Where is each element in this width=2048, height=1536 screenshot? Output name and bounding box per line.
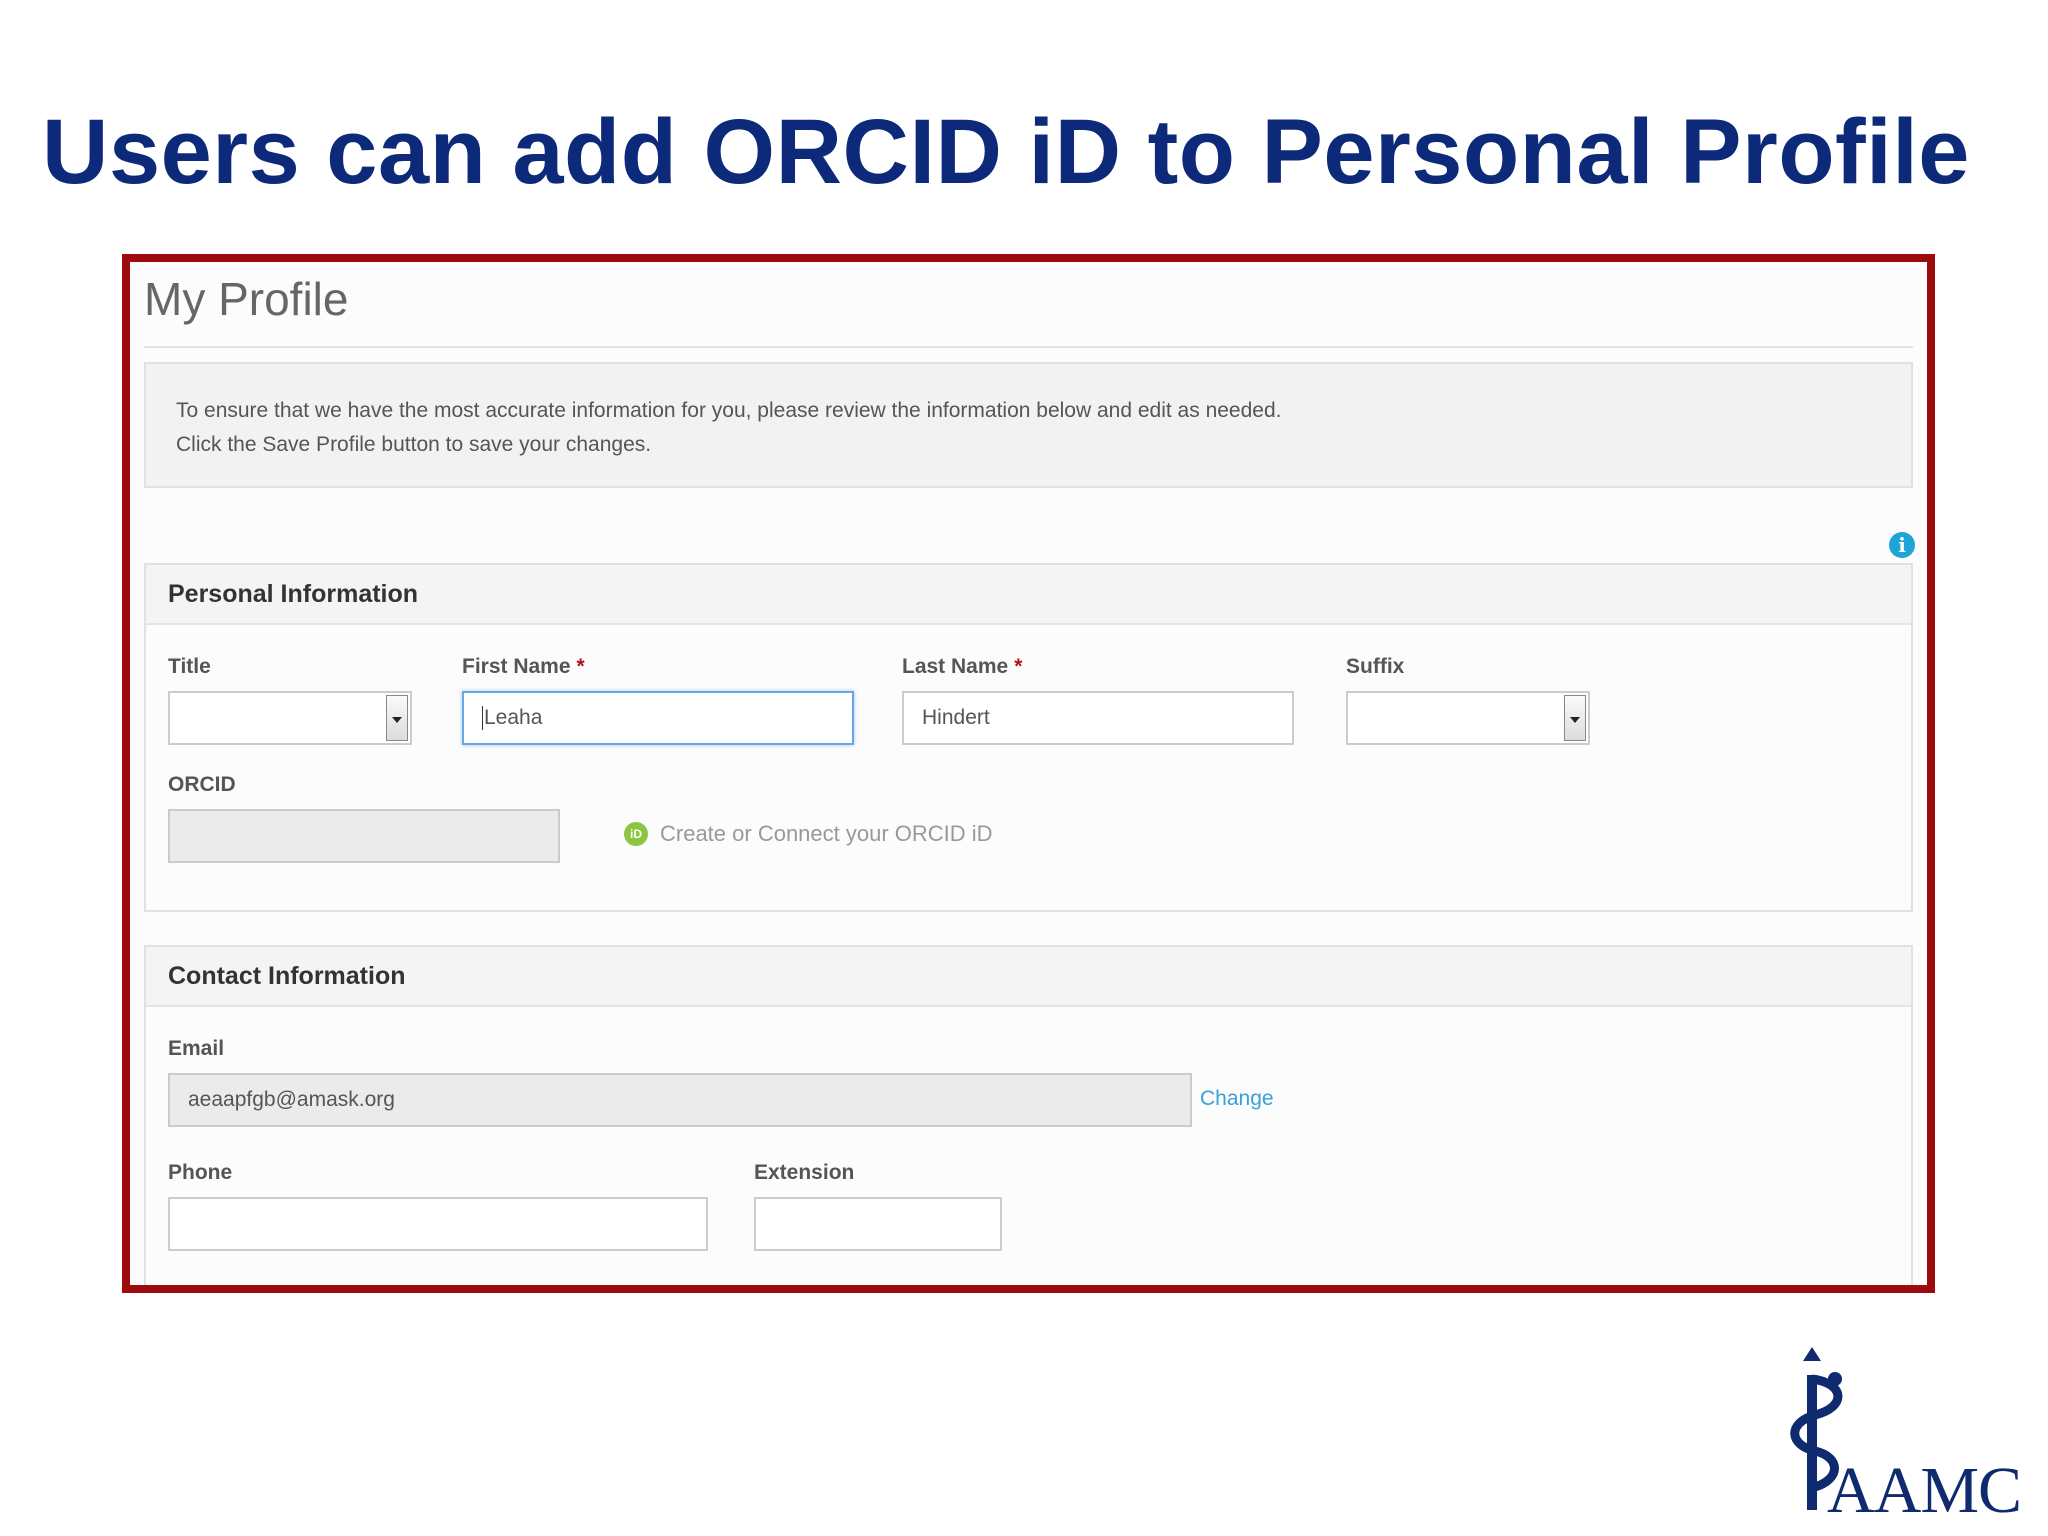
info-icon[interactable]: i: [1889, 532, 1915, 558]
orcid-field: [168, 809, 560, 863]
last-name-field[interactable]: Hindert: [902, 691, 1294, 745]
aamc-logo-text: AAMC: [1827, 1454, 2022, 1527]
phone-label: Phone: [168, 1161, 233, 1184]
email-label: Email: [168, 1037, 225, 1060]
orcid-connect-link[interactable]: iD Create or Connect your ORCID iD: [624, 821, 993, 847]
text-cursor: [482, 706, 483, 731]
email-field: aeaapfgb@amask.org: [168, 1073, 1192, 1127]
personal-information-panel: Personal Information Title First Name * L…: [144, 563, 1913, 912]
contact-information-header: Contact Information: [146, 947, 1911, 1007]
notice-line-2: Click the Save Profile button to save yo…: [176, 433, 652, 456]
first-name-label: First Name *: [462, 655, 585, 678]
heading-divider: [144, 346, 1913, 348]
suffix-label: Suffix: [1346, 655, 1405, 678]
slide-title: Users can add ORCID iD to Personal Profi…: [42, 101, 1970, 203]
instructions-notice: To ensure that we have the most accurate…: [144, 362, 1913, 488]
aamc-logo: AAMC: [1785, 1345, 2025, 1527]
orcid-icon: iD: [624, 822, 648, 846]
first-name-value: Leaha: [484, 706, 543, 729]
required-marker: *: [576, 655, 585, 678]
title-select[interactable]: [168, 691, 412, 745]
extension-field[interactable]: [754, 1197, 1002, 1251]
required-marker: *: [1014, 655, 1023, 678]
orcid-label: ORCID: [168, 773, 236, 796]
first-name-field[interactable]: Leaha: [462, 691, 854, 745]
personal-information-header: Personal Information: [146, 565, 1911, 625]
phone-field[interactable]: [168, 1197, 708, 1251]
last-name-label: Last Name *: [902, 655, 1023, 678]
title-label: Title: [168, 655, 211, 678]
extension-label: Extension: [754, 1161, 855, 1184]
orcid-connect-label: Create or Connect your ORCID iD: [660, 821, 993, 846]
chevron-down-icon[interactable]: [1564, 695, 1586, 741]
last-name-value: Hindert: [922, 706, 990, 729]
profile-screenshot-frame: My Profile To ensure that we have the mo…: [122, 254, 1935, 1293]
change-email-link[interactable]: Change: [1200, 1087, 1274, 1111]
email-value: aeaapfgb@amask.org: [188, 1088, 395, 1111]
suffix-select[interactable]: [1346, 691, 1590, 745]
chevron-down-icon[interactable]: [386, 695, 408, 741]
notice-line-1: To ensure that we have the most accurate…: [176, 399, 1282, 422]
page-title: My Profile: [144, 273, 349, 325]
contact-information-panel: Contact Information Email aeaapfgb@amask…: [144, 945, 1913, 1285]
